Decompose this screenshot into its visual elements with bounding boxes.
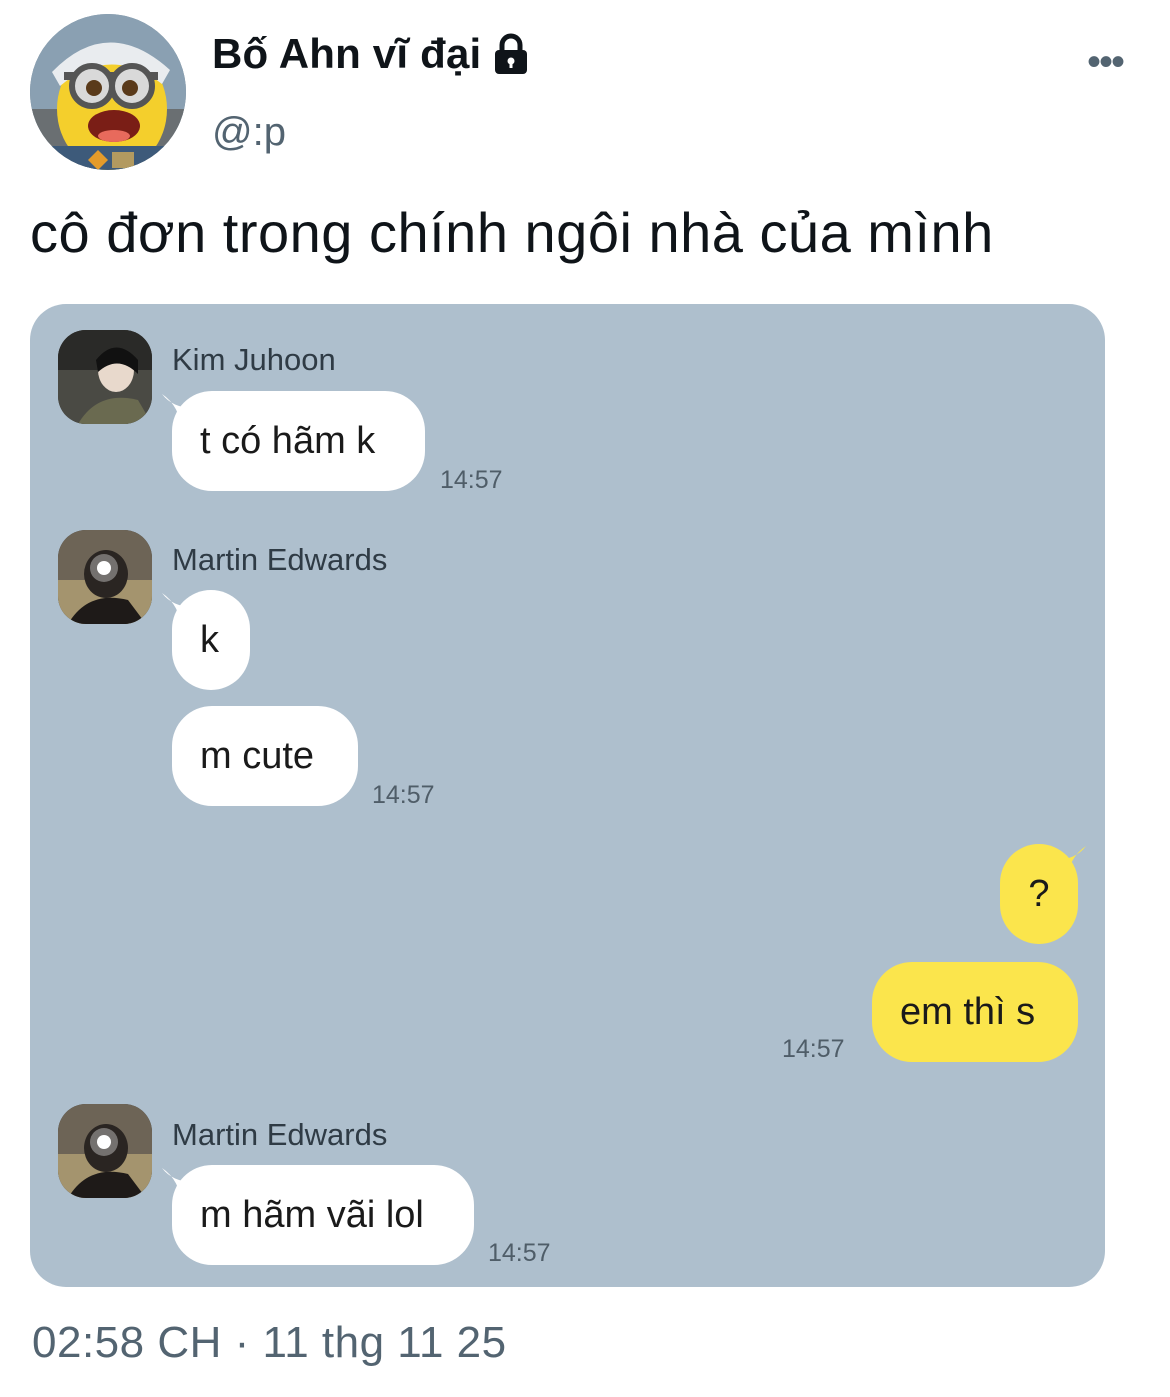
minion-avatar-icon	[30, 14, 186, 170]
sender-name: Kim Juhoon	[172, 342, 336, 377]
chat-avatar-martin-edwards	[58, 530, 152, 624]
tweet-text: cô đơn trong chính ngôi nhà của mình	[30, 201, 994, 264]
message-text: t có hãm k	[200, 419, 376, 462]
message-text: em thì s	[900, 990, 1036, 1033]
message-timestamp: 14:57	[488, 1239, 551, 1267]
tweet-timestamp[interactable]: 02:58 CH · 11 thg 11 25	[32, 1318, 507, 1368]
message-bubble-outgoing[interactable]: ?	[1000, 844, 1078, 944]
message-bubble[interactable]: k	[172, 590, 250, 690]
tweet-media-chat-screenshot[interactable]: Kim Juhoon t có hãm k 14:57 Martin Edwar…	[30, 304, 1105, 1287]
message-text: m cute	[200, 734, 315, 777]
message-timestamp: 14:57	[372, 781, 435, 809]
message-timestamp: 14:57	[782, 1035, 845, 1063]
message-text: ?	[1028, 872, 1050, 915]
more-icon: •••	[1086, 40, 1125, 84]
author-display-name[interactable]: Bố Ahn vĩ đại	[212, 30, 481, 78]
message-bubble[interactable]: m cute	[172, 706, 358, 806]
author-avatar[interactable]	[30, 14, 186, 170]
lock-icon	[495, 33, 528, 74]
author-display-name-row[interactable]: Bố Ahn vĩ đại	[212, 30, 533, 78]
message-bubble-outgoing[interactable]: em thì s	[872, 962, 1078, 1062]
chat-avatar-kim-juhoon	[58, 330, 152, 424]
chat-avatar-martin-edwards	[58, 1104, 152, 1198]
sender-name: Martin Edwards	[172, 1117, 388, 1152]
message-text: m hãm vãi lol	[200, 1193, 424, 1236]
message-bubble[interactable]: t có hãm k	[172, 391, 425, 491]
message-text: k	[200, 618, 219, 661]
more-options-button[interactable]: •••	[1080, 40, 1130, 84]
message-timestamp: 14:57	[440, 466, 503, 494]
sender-name: Martin Edwards	[172, 542, 388, 577]
author-handle[interactable]: @:p	[212, 110, 286, 155]
message-bubble[interactable]: m hãm vãi lol	[172, 1165, 474, 1265]
